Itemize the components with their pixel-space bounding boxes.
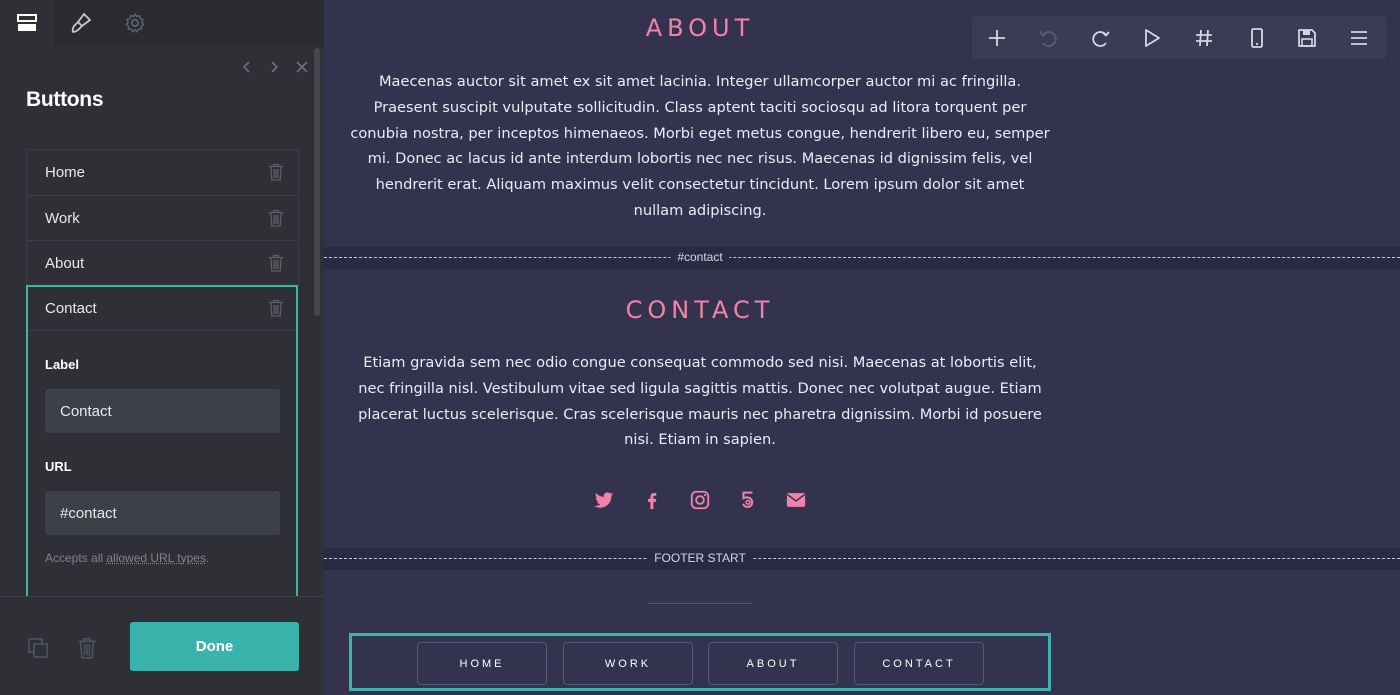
tab-settings[interactable] (108, 0, 162, 46)
menu-icon (1351, 31, 1367, 45)
redo-icon (1092, 31, 1110, 47)
facebook-link[interactable] (640, 488, 664, 512)
panel-tabbar (0, 0, 324, 46)
instagram-icon (690, 490, 710, 510)
panel-footer: Done (0, 596, 324, 695)
url-hint: Accepts all allowed URL types. (45, 551, 209, 565)
divider-label: #contact (670, 250, 730, 264)
about-title[interactable]: ABOUT (324, 14, 1076, 42)
section-divider-contact: #contact (324, 247, 1400, 269)
url-input[interactable] (45, 491, 280, 535)
footer-nav-work[interactable]: WORK (563, 642, 693, 685)
footer-nav-home[interactable]: HOME (417, 642, 547, 685)
footer-nav-about[interactable]: ABOUT (708, 642, 838, 685)
label-heading: Label (45, 357, 79, 372)
close-icon (296, 61, 308, 73)
add-icon (989, 30, 1005, 46)
page-canvas: ABOUT Maecenas auctor sit amet ex sit am… (324, 0, 1400, 695)
delete-item-button[interactable] (268, 299, 284, 317)
mobile-icon (1251, 28, 1263, 48)
delete-item-button[interactable] (268, 254, 284, 272)
duplicate-button[interactable] (27, 637, 49, 659)
trash-icon (269, 254, 283, 272)
list-item-label: Work (45, 209, 80, 227)
instagram-link[interactable] (688, 488, 712, 512)
trash-icon (78, 638, 96, 659)
list-item-contact-expanded: Contact Label URL Accepts all allowed UR… (26, 285, 298, 605)
list-item-work[interactable]: Work (26, 194, 299, 240)
divider-label: FOOTER START (647, 551, 753, 565)
twitter-icon (593, 492, 614, 508)
undo-button[interactable] (1036, 26, 1060, 50)
done-button[interactable]: Done (130, 622, 299, 671)
panel-scrollbar[interactable] (314, 48, 320, 316)
duplicate-icon (28, 638, 48, 658)
button-list: Home Work About (26, 149, 299, 286)
delete-button[interactable] (76, 637, 98, 659)
500px-icon (742, 491, 754, 508)
editor-panel: Buttons Home Work About Contact Label Co… (0, 0, 324, 695)
panel-title: Buttons (26, 88, 104, 111)
footer-rule (648, 603, 752, 604)
500px-link[interactable] (736, 488, 760, 512)
add-block-button[interactable] (985, 26, 1009, 50)
next-button[interactable] (265, 58, 283, 76)
save-button[interactable] (1295, 26, 1319, 50)
twitter-link[interactable] (592, 488, 616, 512)
chevron-left-icon (242, 61, 250, 73)
envelope-icon (786, 493, 806, 507)
play-icon (1145, 29, 1160, 47)
undo-icon (1039, 31, 1057, 47)
email-link[interactable] (784, 488, 808, 512)
section-divider-footer: FOOTER START (324, 548, 1400, 570)
list-item-label: Contact (45, 300, 97, 317)
about-text[interactable]: Maecenas auctor sit amet ex sit amet lac… (350, 69, 1050, 224)
mobile-view-button[interactable] (1245, 26, 1269, 50)
list-item-about[interactable]: About (26, 240, 299, 286)
menu-button[interactable] (1347, 26, 1371, 50)
hint-suffix: . (205, 551, 210, 565)
editor-toolbar (972, 16, 1386, 59)
contact-title[interactable]: CONTACT (324, 296, 1076, 324)
trash-icon (269, 299, 283, 317)
url-heading: URL (45, 459, 72, 474)
list-item-label: Home (45, 164, 86, 181)
close-button[interactable] (293, 58, 311, 76)
hint-prefix: Accepts all (45, 551, 107, 565)
footer-nav-contact[interactable]: CONTACT (854, 642, 984, 685)
contact-text[interactable]: Etiam gravida sem nec odio congue conseq… (350, 350, 1050, 453)
label-input[interactable] (45, 389, 280, 433)
delete-item-button[interactable] (268, 163, 284, 181)
footer-nav[interactable]: HOME WORK ABOUT CONTACT (349, 633, 1051, 691)
redo-button[interactable] (1089, 26, 1113, 50)
anchor-button[interactable] (1192, 26, 1216, 50)
chevron-right-icon (271, 61, 279, 73)
tab-style[interactable] (54, 0, 108, 46)
gear-icon (125, 13, 145, 33)
list-item-home[interactable]: Home (26, 149, 299, 195)
anchor-hash-icon (1196, 29, 1212, 47)
delete-item-button[interactable] (268, 209, 284, 227)
layout-icon (17, 14, 37, 31)
tab-layout[interactable] (0, 0, 54, 46)
list-item-contact[interactable]: Contact (28, 287, 296, 331)
allowed-url-types-link[interactable]: allowed URL types (106, 551, 206, 565)
trash-icon (269, 163, 283, 181)
trash-icon (269, 209, 283, 227)
list-item-label: About (45, 255, 85, 272)
save-icon (1298, 29, 1316, 47)
prev-button[interactable] (238, 58, 256, 76)
preview-button[interactable] (1140, 26, 1164, 50)
facebook-icon (647, 492, 657, 510)
brush-icon (71, 13, 91, 33)
